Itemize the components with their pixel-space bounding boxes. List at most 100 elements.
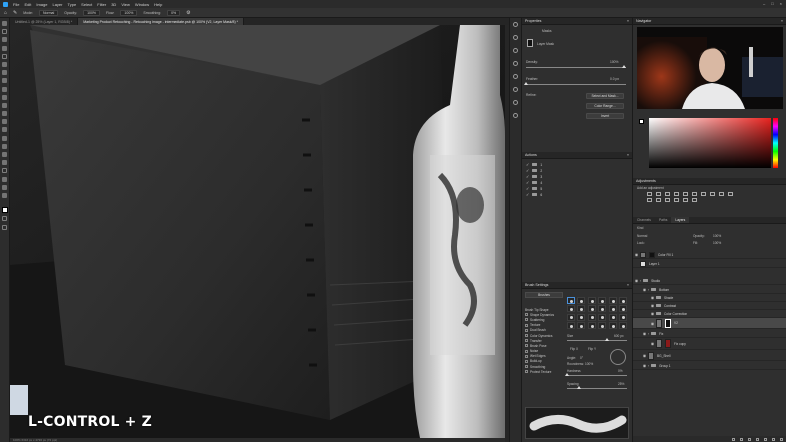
zoom-tool-icon[interactable] [2,184,7,190]
menu-file[interactable]: File [13,2,19,7]
brush-tip[interactable] [608,322,617,330]
checkbox-icon[interactable] [525,334,528,338]
mask-thumbnail[interactable] [665,318,671,328]
brush-tip[interactable] [587,305,596,313]
color-range-button[interactable]: Color Range... [586,103,624,109]
hardness-value[interactable]: 0% [618,369,623,373]
brush-settings-menu-icon[interactable]: ≡ [627,282,629,289]
expand-chevron-icon[interactable]: › [648,364,649,368]
gradient-tool-icon[interactable] [2,119,7,125]
delete-layer-icon[interactable] [780,437,783,441]
brush-tip[interactable] [577,297,586,304]
actions-menu-icon[interactable]: ≡ [627,152,629,159]
navigator-menu-icon[interactable]: ≡ [781,18,783,25]
curves-icon[interactable] [665,192,670,196]
brush-tip[interactable] [567,297,575,304]
layer-row[interactable]: Layer 1 [633,260,786,268]
crop-tool-icon[interactable] [2,53,7,59]
visibility-eye-icon[interactable]: ◉ [649,295,656,300]
brush-option-row[interactable]: Protect Texture [525,369,565,374]
exposure-icon[interactable] [674,192,679,196]
properties-panel-icon[interactable] [513,48,518,53]
action-row[interactable]: ✓ 1 [526,162,542,167]
checkbox-icon[interactable] [525,349,528,353]
checkbox-icon[interactable] [525,365,528,369]
layer-group-row[interactable]: ◉ › Bottom [633,286,786,294]
levels-icon[interactable] [656,192,661,196]
hue-slider[interactable] [773,118,778,168]
smoothing-input[interactable]: 0% [167,9,181,16]
mode-select[interactable]: Normal [38,9,59,16]
flip-x-checkbox[interactable]: Flip X [570,347,578,351]
checkbox-icon[interactable] [525,313,528,317]
pen-tool-icon[interactable] [2,143,7,149]
density-slider[interactable] [526,65,626,68]
brushes-panel-icon[interactable] [513,61,518,66]
check-icon[interactable]: ✓ [526,186,529,191]
hand-tool-icon[interactable] [2,176,7,182]
brush-tip[interactable] [618,297,627,304]
layer-row[interactable]: ◉ BG_Shell [633,351,786,361]
action-row[interactable]: ✓ 6 [526,192,542,197]
brush-tip[interactable] [587,297,596,304]
layer-group-row[interactable]: ◉ › Studio [633,277,786,285]
brush-tip[interactable] [577,305,586,313]
layer-row[interactable]: ◉ Fix copy [633,338,786,350]
angle-value[interactable]: 0° [580,356,583,360]
color-picker-field[interactable] [649,118,771,168]
layer-row-selected[interactable]: ◉ V2 [633,318,786,329]
more-tools-icon[interactable] [2,192,7,198]
brush-tool-icon[interactable] [2,86,7,92]
maximize-icon[interactable]: □ [771,1,773,6]
hardness-slider[interactable] [565,373,627,376]
home-icon[interactable]: ⌂ [4,10,7,16]
invert-button[interactable]: Invert [586,113,624,119]
settings-gear-icon[interactable]: ⚙ [186,10,190,16]
brush-tip[interactable] [618,322,627,330]
check-icon[interactable]: ✓ [526,162,529,167]
brush-angle-widget[interactable] [610,349,626,365]
new-adjustment-icon[interactable] [756,437,759,441]
visibility-eye-icon[interactable]: ◉ [649,311,656,316]
menu-image[interactable]: Image [36,2,47,7]
layer-group-row[interactable]: ◉ Color Correction [633,310,786,318]
photoshop-logo-icon[interactable] [3,1,8,7]
spacing-slider[interactable] [567,386,627,389]
invert-adjustment-icon[interactable] [656,198,661,202]
visibility-eye-icon[interactable]: ◉ [649,303,656,308]
document-canvas[interactable] [10,25,505,438]
layer-group-row[interactable]: ◉ Shade [633,294,786,302]
character-panel-icon[interactable] [513,87,518,92]
layer-filter-kind[interactable]: Kind [637,226,643,230]
posterize-icon[interactable] [665,198,670,202]
action-row[interactable]: ✓ 5 [526,186,542,191]
checkbox-icon[interactable] [525,370,528,374]
roundness-value[interactable]: 100% [585,362,593,366]
lasso-tool-icon[interactable] [2,37,7,43]
checkbox-icon[interactable] [525,318,528,322]
feather-value[interactable]: 0.0 px [610,77,619,81]
channel-mixer-icon[interactable] [728,192,733,196]
spacing-slider-knob[interactable] [577,386,581,389]
tab-paths[interactable]: Paths [655,217,671,223]
type-tool-icon[interactable] [2,152,7,157]
selective-color-icon[interactable] [692,198,697,202]
visibility-eye-icon[interactable]: ◉ [633,252,640,257]
panel-menu-icon[interactable]: ≡ [627,18,629,25]
visibility-eye-icon[interactable]: ◉ [641,331,648,336]
brush-tip[interactable] [587,322,596,330]
menu-select[interactable]: Select [81,2,92,7]
checkbox-icon[interactable] [525,359,528,363]
tab-retouching[interactable]: Marketing Product Retouching - Retouchin… [78,18,244,25]
brushes-button[interactable]: Brushes [525,292,563,298]
visibility-eye-icon[interactable]: ◉ [641,363,648,368]
history-brush-tool-icon[interactable] [2,102,7,108]
visibility-eye-icon[interactable]: ◉ [633,278,640,283]
threshold-icon[interactable] [674,198,679,202]
menu-window[interactable]: Window [135,2,149,7]
brush-tip[interactable] [618,305,627,313]
brush-tip[interactable] [587,313,596,321]
dodge-tool-icon[interactable] [2,135,7,141]
healing-tool-icon[interactable] [2,78,7,84]
check-icon[interactable]: ✓ [526,174,529,179]
